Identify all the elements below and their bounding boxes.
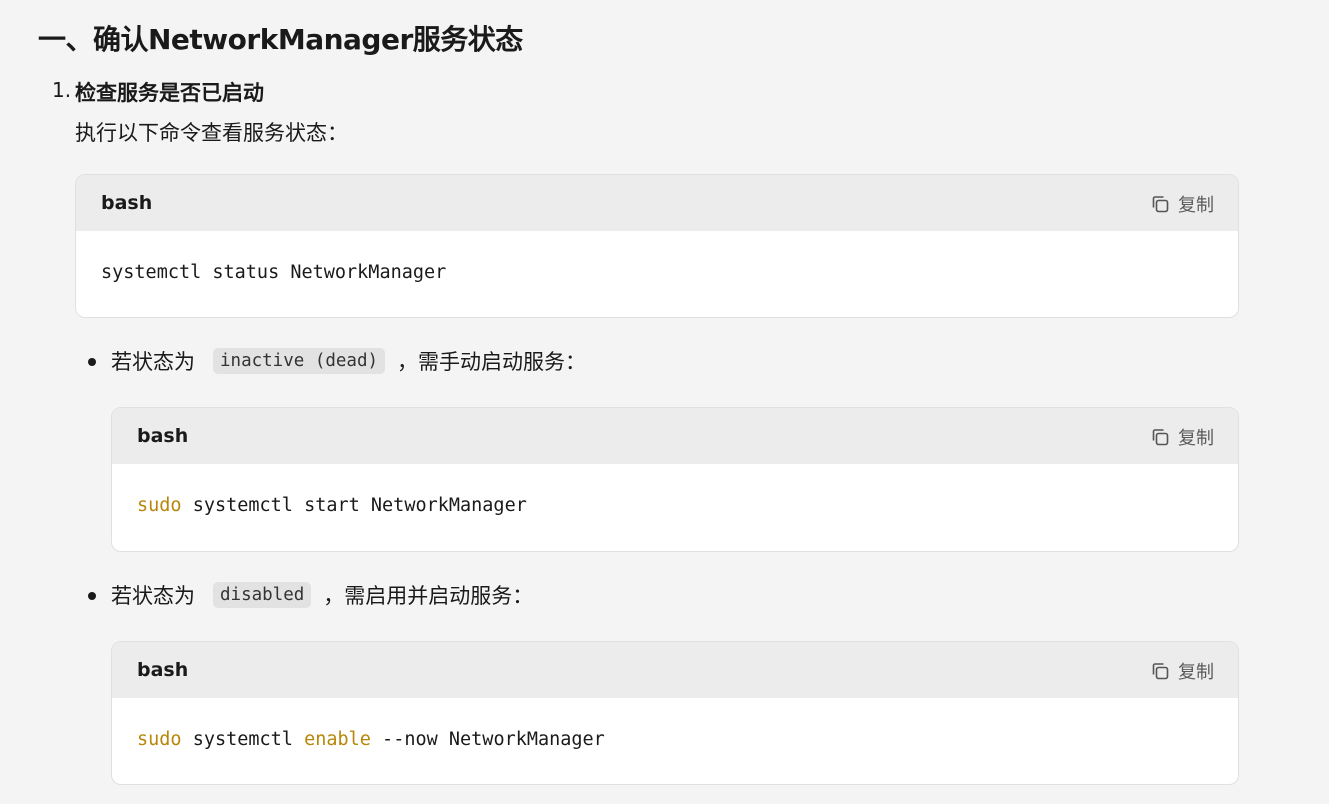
copy-button-label: 复制 (1178, 195, 1214, 216)
section-heading: 一、确认NetworkManager服务状态 (38, 23, 523, 56)
code-keyword: sudo (137, 495, 182, 516)
bullet-prefix: 若状态为 (111, 584, 195, 608)
step-title: 检查服务是否已启动 (75, 81, 264, 105)
code-block-body: systemctl status NetworkManager (76, 231, 1238, 317)
copy-icon (1152, 196, 1169, 213)
code-language-label: bash (137, 425, 189, 447)
copy-button-label: 复制 (1178, 428, 1214, 449)
code-block-header: bash 复制 (112, 408, 1238, 464)
bullet-suffix: ，需手动启动服务： (397, 350, 587, 374)
bullet-dot (88, 592, 96, 600)
code-block-header: bash 复制 (76, 175, 1238, 231)
code-language-label: bash (101, 192, 153, 214)
bullet-item: 若状态为 inactive (dead) ，需手动启动服务： (111, 346, 586, 376)
code-line: sudo systemctl enable --now NetworkManag… (137, 729, 605, 750)
copy-button-label: 复制 (1178, 662, 1214, 683)
copy-button[interactable]: 复制 (1150, 191, 1214, 217)
code-token: systemctl (181, 729, 305, 750)
bullet-dot (88, 358, 96, 366)
copy-button[interactable]: 复制 (1150, 658, 1214, 684)
code-line: systemctl status NetworkManager (101, 262, 446, 283)
code-language-label: bash (137, 659, 189, 681)
code-block-start: bash 复制 sudo systemctl start NetworkMana… (111, 407, 1239, 552)
step-number: 1. (52, 78, 72, 102)
code-keyword: enable (304, 729, 371, 750)
copy-icon (1152, 663, 1169, 680)
code-token: --now NetworkManager (370, 729, 605, 750)
bullet-prefix: 若状态为 (111, 350, 195, 374)
copy-button[interactable]: 复制 (1150, 424, 1214, 450)
code-line: sudo systemctl start NetworkManager (137, 495, 527, 516)
code-block-body: sudo systemctl enable --now NetworkManag… (112, 698, 1238, 784)
code-block-header: bash 复制 (112, 642, 1238, 698)
page: 一、确认NetworkManager服务状态 1. 检查服务是否已启动 执行以下… (0, 0, 1329, 804)
code-block-status: bash 复制 systemctl status NetworkManager (75, 174, 1239, 318)
bullet-suffix: ，需启用并启动服务： (323, 584, 534, 608)
inline-code: inactive (dead) (213, 348, 386, 374)
copy-icon (1152, 429, 1169, 446)
step-description: 执行以下命令查看服务状态： (75, 121, 348, 145)
code-keyword: sudo (137, 729, 182, 750)
code-token: systemctl start NetworkManager (181, 495, 527, 516)
bullet-item: 若状态为 disabled ，需启用并启动服务： (111, 580, 533, 610)
code-token: systemctl status NetworkManager (101, 262, 447, 283)
code-block-body: sudo systemctl start NetworkManager (112, 464, 1238, 550)
code-block-enable: bash 复制 sudo systemctl enable --now Netw… (111, 641, 1239, 785)
inline-code: disabled (213, 582, 312, 608)
